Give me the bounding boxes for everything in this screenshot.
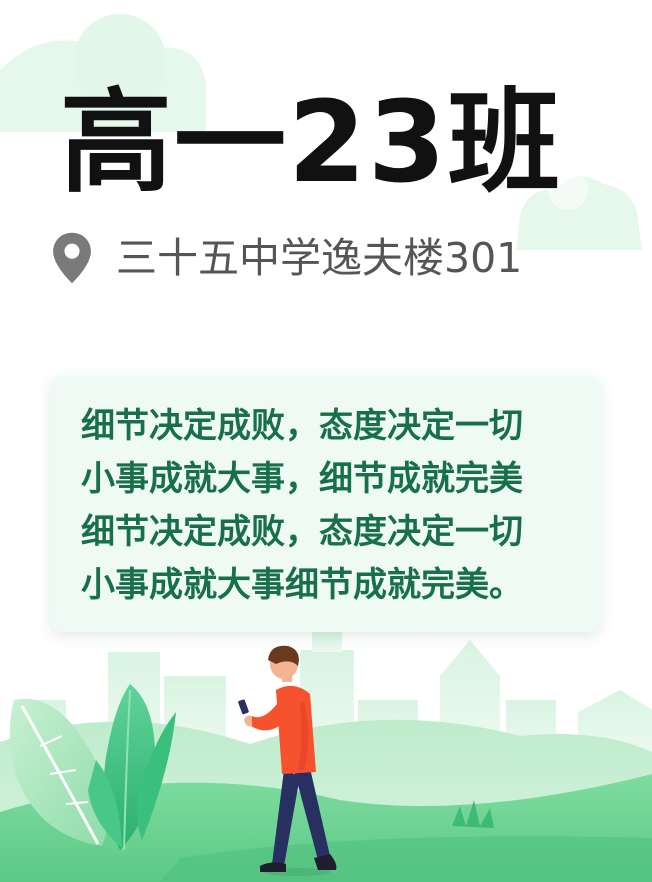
- motto-line: 小事成就大事细节成就完美。: [81, 565, 523, 605]
- location-text: 三十五中学逸夫楼301: [116, 234, 523, 282]
- class-card: 高一23班 三十五中学逸夫楼301 细节决定成败，态度决定一切 小事成就大事，细…: [0, 0, 652, 882]
- map-pin-icon: [53, 232, 91, 284]
- motto-line: 细节决定成败，态度决定一切: [81, 512, 523, 552]
- class-title: 高一23班: [60, 78, 562, 208]
- motto-line: 小事成就大事，细节成就完美: [81, 459, 523, 499]
- motto-panel: 细节决定成败，态度决定一切 小事成就大事，细节成就完美 细节决定成败，态度决定一…: [51, 376, 600, 632]
- location-row: 三十五中学逸夫楼301: [50, 228, 522, 288]
- motto-line: 细节决定成败，态度决定一切: [81, 406, 523, 446]
